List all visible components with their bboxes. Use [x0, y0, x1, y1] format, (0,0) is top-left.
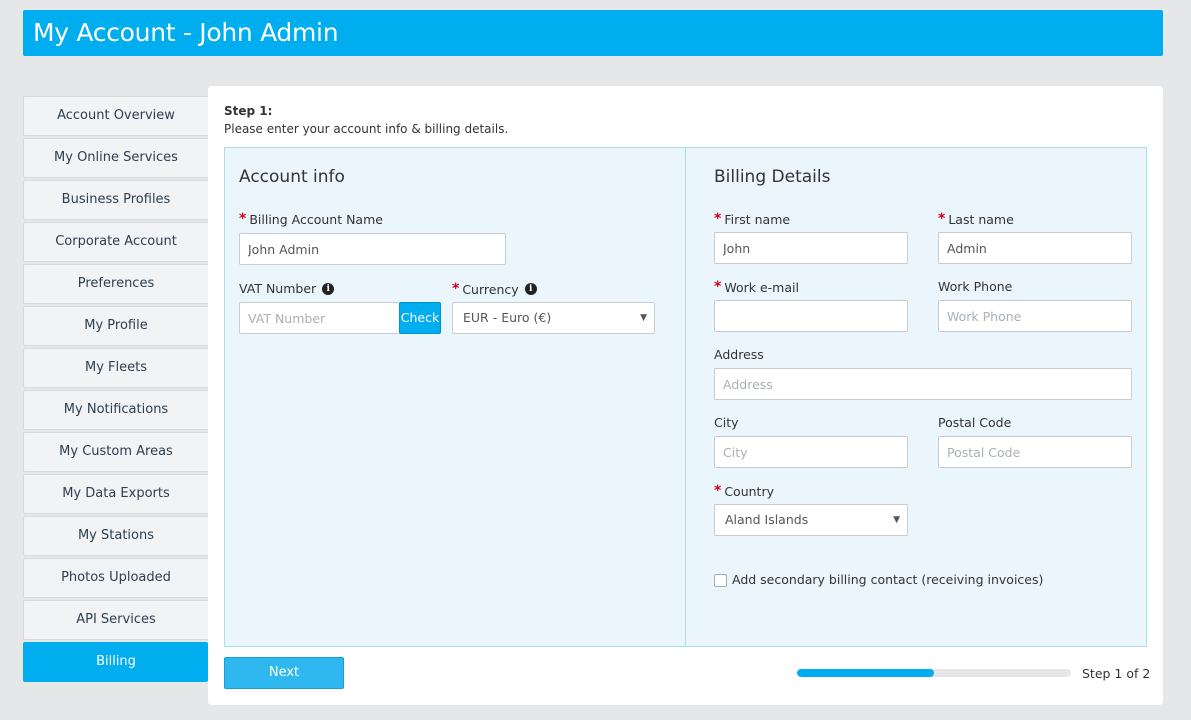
billing-account-name-input[interactable] — [239, 233, 506, 265]
sidebar-item-corporate-account[interactable]: Corporate Account — [23, 222, 208, 262]
required-marker: * — [714, 483, 722, 499]
required-marker: * — [714, 211, 722, 227]
sidebar-item-photos-uploaded[interactable]: Photos Uploaded — [23, 558, 208, 598]
city-input[interactable] — [714, 436, 908, 468]
page-header: My Account - John Admin — [23, 10, 1163, 56]
sidebar-item-my-stations[interactable]: My Stations — [23, 516, 208, 556]
main-content: Step 1: Please enter your account info &… — [208, 86, 1163, 705]
postal-code-input[interactable] — [938, 436, 1132, 468]
caret-down-icon: ▼ — [893, 515, 900, 525]
progress-fill — [797, 669, 934, 677]
currency-label: * Currency i — [452, 281, 537, 297]
work-phone-label: Work Phone — [938, 279, 1013, 294]
last-name-input[interactable] — [938, 232, 1132, 264]
sidebar-item-my-custom-areas[interactable]: My Custom Areas — [23, 432, 208, 472]
country-selected-value: Aland Islands — [725, 512, 809, 527]
city-label: City — [714, 415, 739, 430]
work-email-input[interactable] — [714, 300, 908, 332]
form-panel: Account info * Billing Account Name VAT … — [224, 147, 1147, 647]
vat-number-input[interactable] — [239, 302, 400, 334]
required-marker: * — [239, 211, 247, 227]
progress-bar — [797, 669, 1071, 677]
info-icon[interactable]: i — [524, 283, 537, 295]
first-name-label: * First name — [714, 211, 791, 227]
work-phone-input[interactable] — [938, 300, 1132, 332]
required-marker: * — [714, 279, 722, 295]
secondary-contact-label[interactable]: Add secondary billing contact (receiving… — [732, 572, 1043, 587]
caret-down-icon: ▼ — [640, 313, 647, 323]
check-vat-button[interactable]: Check — [399, 302, 441, 334]
sidebar-item-preferences[interactable]: Preferences — [23, 264, 208, 304]
vat-number-label: VAT Number i — [239, 281, 335, 296]
next-button[interactable]: Next — [224, 657, 344, 689]
sidebar-item-billing[interactable]: Billing — [23, 642, 208, 682]
info-icon[interactable]: i — [322, 282, 335, 295]
sidebar-item-my-profile[interactable]: My Profile — [23, 306, 208, 346]
sidebar-item-business-profiles[interactable]: Business Profiles — [23, 180, 208, 220]
postal-code-label: Postal Code — [938, 415, 1012, 430]
sidebar-item-my-online-services[interactable]: My Online Services — [23, 138, 208, 178]
currency-select[interactable]: EUR - Euro (€) ▼ — [452, 302, 655, 334]
step-count: Step 1 of 2 — [1082, 666, 1151, 681]
address-label: Address — [714, 347, 764, 362]
required-marker: * — [452, 281, 460, 297]
panel-divider — [685, 148, 686, 646]
sidebar: Account Overview My Online Services Busi… — [23, 96, 208, 684]
sidebar-item-account-overview[interactable]: Account Overview — [23, 96, 208, 136]
work-email-label: * Work e-mail — [714, 279, 799, 295]
last-name-label: * Last name — [938, 211, 1014, 227]
address-input[interactable] — [714, 368, 1132, 400]
step-description: Please enter your account info & billing… — [224, 122, 509, 136]
sidebar-item-my-fleets[interactable]: My Fleets — [23, 348, 208, 388]
page-title: My Account - John Admin — [33, 18, 339, 47]
billing-details-title: Billing Details — [714, 167, 831, 187]
step-title: Step 1: — [224, 104, 273, 118]
currency-selected-value: EUR - Euro (€) — [463, 310, 552, 325]
sidebar-item-api-services[interactable]: API Services — [23, 600, 208, 640]
billing-account-name-label: * Billing Account Name — [239, 211, 383, 227]
account-info-title: Account info — [239, 167, 345, 187]
secondary-contact-checkbox[interactable] — [714, 574, 727, 587]
country-select[interactable]: Aland Islands ▼ — [714, 504, 908, 536]
sidebar-item-my-notifications[interactable]: My Notifications — [23, 390, 208, 430]
required-marker: * — [938, 211, 946, 227]
sidebar-item-my-data-exports[interactable]: My Data Exports — [23, 474, 208, 514]
first-name-input[interactable] — [714, 232, 908, 264]
country-label: * Country — [714, 483, 774, 499]
